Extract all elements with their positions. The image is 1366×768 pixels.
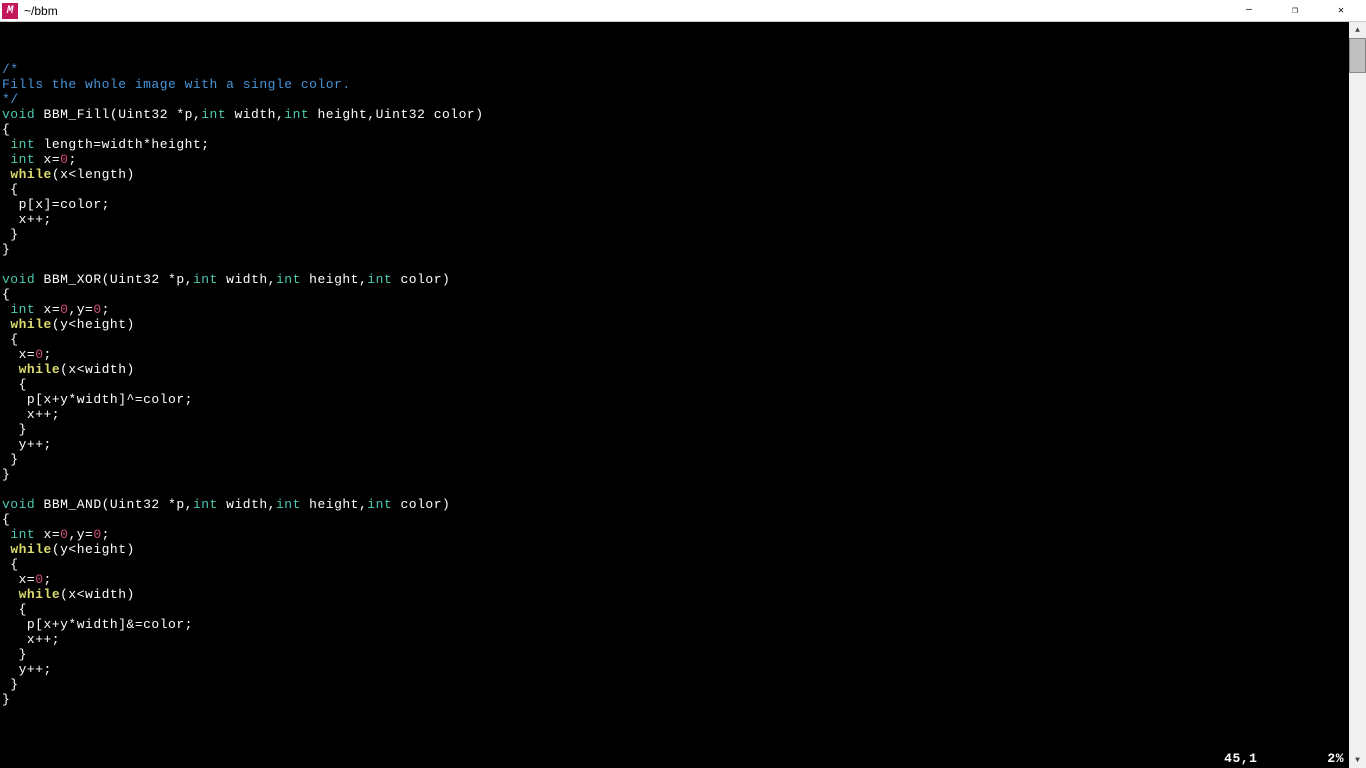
code-line: while(y<height) xyxy=(2,317,1364,332)
code-line: } xyxy=(2,692,1364,707)
code-line xyxy=(2,482,1364,497)
code-line: int length=width*height; xyxy=(2,137,1364,152)
code-line: { xyxy=(2,512,1364,527)
code-line: int x=0,y=0; xyxy=(2,302,1364,317)
code-line: { xyxy=(2,602,1364,617)
code-line: { xyxy=(2,377,1364,392)
code-line: x=0; xyxy=(2,572,1364,587)
code-line: while(y<height) xyxy=(2,542,1364,557)
code-content: /*Fills the whole image with a single co… xyxy=(2,62,1364,707)
code-line: y++; xyxy=(2,662,1364,677)
code-line: } xyxy=(2,242,1364,257)
scroll-up-arrow[interactable]: ▲ xyxy=(1349,22,1366,38)
code-line: while(x<width) xyxy=(2,587,1364,602)
code-line: Fills the whole image with a single colo… xyxy=(2,77,1364,92)
scroll-percent: 2% xyxy=(1327,751,1344,766)
vertical-scrollbar[interactable]: ▲ ▼ xyxy=(1349,22,1366,768)
code-line: { xyxy=(2,287,1364,302)
cursor-position: 45,1 xyxy=(1224,751,1257,766)
window-title: ~/bbm xyxy=(24,4,1226,18)
code-line: while(x<length) xyxy=(2,167,1364,182)
code-line: x=0; xyxy=(2,347,1364,362)
code-line: p[x]=color; xyxy=(2,197,1364,212)
maximize-button[interactable]: ❐ xyxy=(1272,0,1318,22)
scrollbar-thumb[interactable] xyxy=(1349,38,1366,73)
status-bar: 45,1 2% xyxy=(1224,751,1344,766)
code-line: } xyxy=(2,452,1364,467)
window-controls: — ❐ ✕ xyxy=(1226,0,1364,22)
window-titlebar: M ~/bbm — ❐ ✕ xyxy=(0,0,1366,22)
code-line: */ xyxy=(2,92,1364,107)
scroll-down-arrow[interactable]: ▼ xyxy=(1349,752,1366,768)
code-line: int x=0; xyxy=(2,152,1364,167)
code-line: p[x+y*width]^=color; xyxy=(2,392,1364,407)
close-button[interactable]: ✕ xyxy=(1318,0,1364,22)
code-line: while(x<width) xyxy=(2,362,1364,377)
code-line xyxy=(2,257,1364,272)
code-line: x++; xyxy=(2,632,1364,647)
code-line: void BBM_AND(Uint32 *p,int width,int hei… xyxy=(2,497,1364,512)
code-line: { xyxy=(2,557,1364,572)
code-line: void BBM_XOR(Uint32 *p,int width,int hei… xyxy=(2,272,1364,287)
code-line: int x=0,y=0; xyxy=(2,527,1364,542)
code-line: } xyxy=(2,467,1364,482)
code-line: void BBM_Fill(Uint32 *p,int width,int he… xyxy=(2,107,1364,122)
code-line: x++; xyxy=(2,212,1364,227)
code-line: x++; xyxy=(2,407,1364,422)
code-line: /* xyxy=(2,62,1364,77)
code-line: } xyxy=(2,677,1364,692)
app-icon: M xyxy=(2,3,18,19)
code-line: } xyxy=(2,422,1364,437)
editor-area[interactable]: /*Fills the whole image with a single co… xyxy=(0,22,1366,768)
minimize-button[interactable]: — xyxy=(1226,0,1272,22)
code-line: { xyxy=(2,122,1364,137)
code-line: { xyxy=(2,332,1364,347)
code-line: } xyxy=(2,227,1364,242)
code-line: { xyxy=(2,182,1364,197)
code-line: } xyxy=(2,647,1364,662)
code-line: p[x+y*width]&=color; xyxy=(2,617,1364,632)
code-line: y++; xyxy=(2,437,1364,452)
